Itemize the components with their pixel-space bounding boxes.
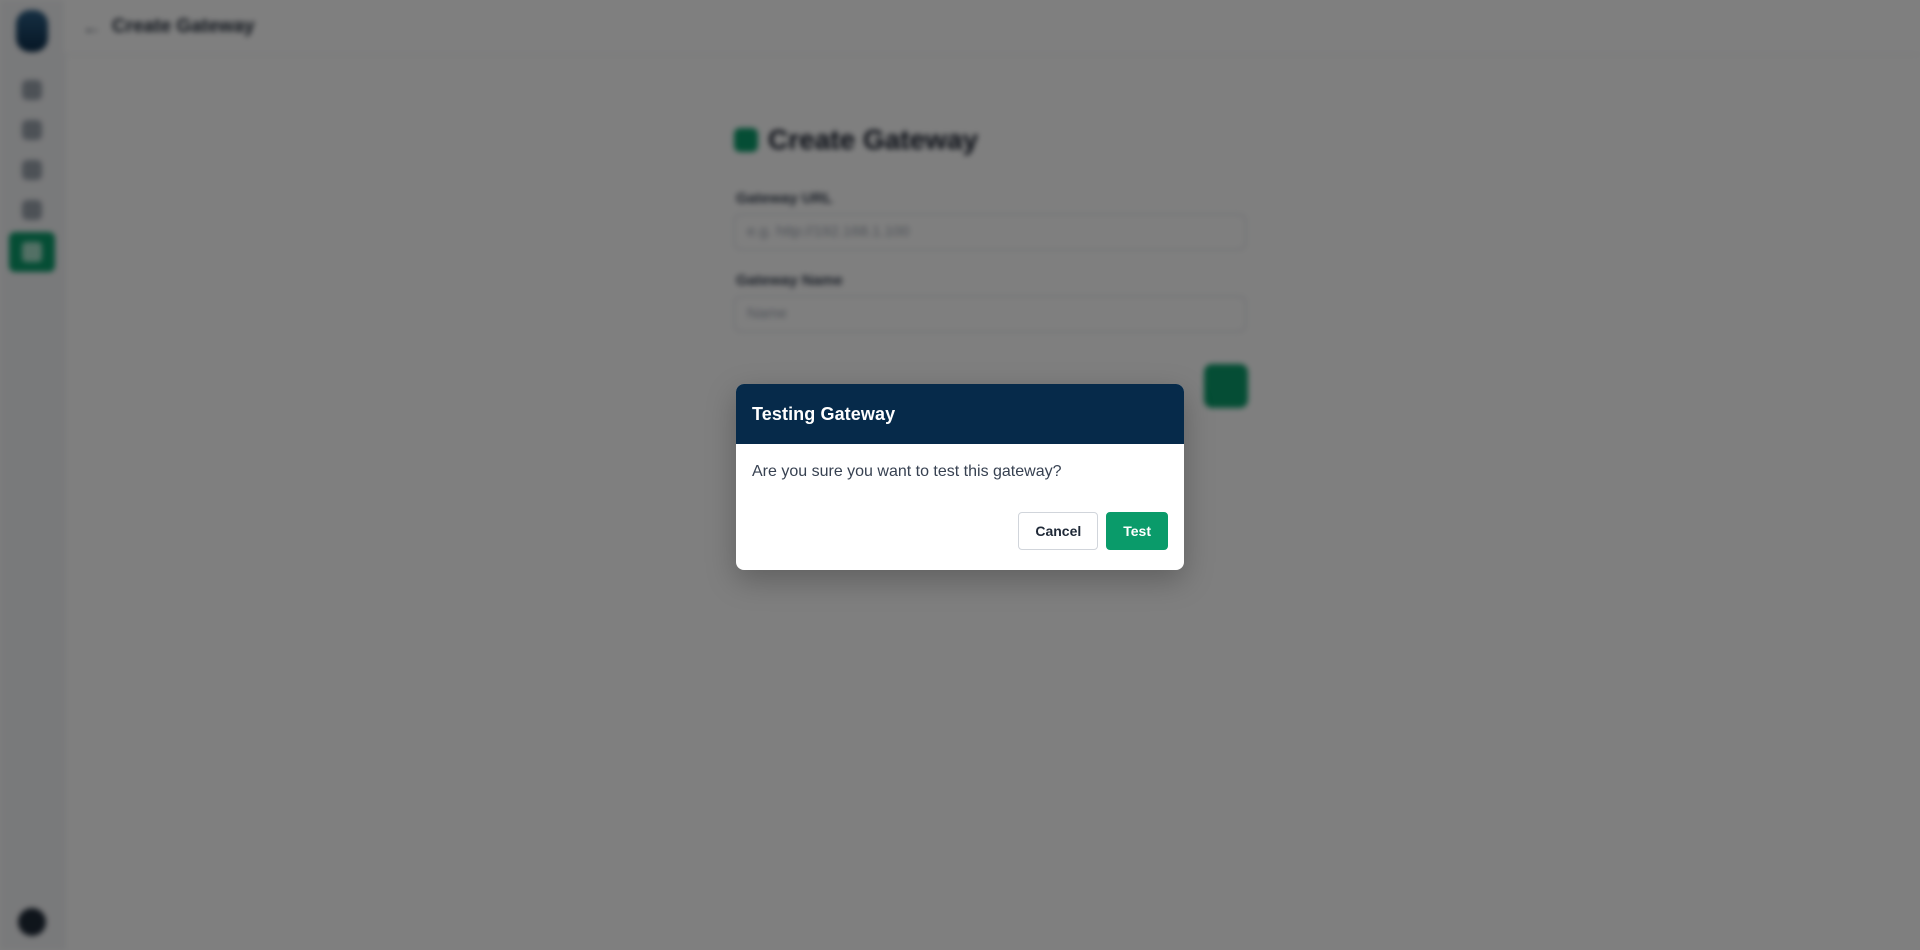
app-root: ← Create Gateway Create Gateway Gateway … [0, 0, 1920, 950]
test-button[interactable]: Test [1106, 512, 1168, 550]
dialog-footer: Cancel Test [736, 504, 1184, 550]
test-gateway-dialog: Testing Gateway Are you sure you want to… [736, 384, 1184, 570]
dialog-header: Testing Gateway [736, 384, 1184, 444]
dialog-body: Are you sure you want to test this gatew… [736, 444, 1184, 504]
dialog-message: Are you sure you want to test this gatew… [752, 463, 1062, 480]
dialog-title: Testing Gateway [752, 403, 896, 424]
cancel-button[interactable]: Cancel [1018, 512, 1099, 550]
